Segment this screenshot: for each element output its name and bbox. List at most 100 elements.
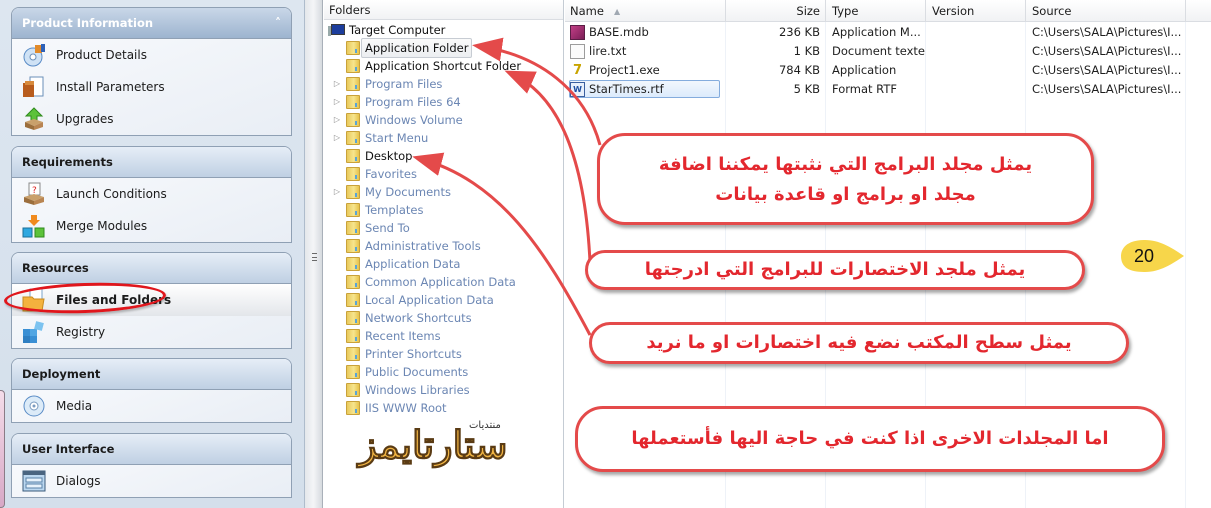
file-name-cell[interactable]: 7 Project1.exe <box>570 61 660 80</box>
column-header-size[interactable]: Size <box>725 0 825 22</box>
word-doc-icon: W <box>570 81 585 97</box>
sidebar-item-label: Launch Conditions <box>56 187 167 201</box>
sidebar-item-label: Dialogs <box>56 474 101 488</box>
column-header-type[interactable]: Type <box>825 0 925 22</box>
dialogs-icon <box>22 469 46 493</box>
folder-icon <box>346 293 360 307</box>
panel-splitter[interactable] <box>305 0 323 508</box>
sidebar-item-dialogs[interactable]: Dialogs <box>12 465 291 497</box>
expand-arrow-icon[interactable]: ▷ <box>332 93 342 111</box>
group-requirements: Requirements ? Launch Conditions Merge M… <box>11 146 292 243</box>
column-header-source[interactable]: Source <box>1025 0 1185 22</box>
file-name-cell[interactable]: lire.txt <box>570 42 626 61</box>
tree-item-administrative-tools[interactable]: Administrative Tools <box>332 237 481 255</box>
folder-icon <box>346 311 360 325</box>
tree-item-templates[interactable]: Templates <box>332 201 423 219</box>
tree-item-network-shortcuts[interactable]: Network Shortcuts <box>332 309 472 327</box>
file-type: Application M... <box>832 25 921 39</box>
tree-item-start-menu[interactable]: ▷ Start Menu <box>332 129 428 147</box>
expand-arrow-icon[interactable]: ▷ <box>332 111 342 129</box>
column-header-filler <box>1185 0 1211 22</box>
tree-label: Common Application Data <box>365 275 516 289</box>
tree-label: Favorites <box>365 167 417 181</box>
tree-item-favorites[interactable]: Favorites <box>332 165 417 183</box>
group-deployment: Deployment Media <box>11 358 292 423</box>
file-name-cell[interactable]: BASE.mdb <box>570 23 649 42</box>
tree-item-my-documents[interactable]: ▷ My Documents <box>332 183 451 201</box>
tree-item-public-documents[interactable]: Public Documents <box>332 363 468 381</box>
callout-line: مجلد او برامج او قاعدة بيانات <box>715 184 976 205</box>
upgrades-icon <box>22 107 46 131</box>
tree-item-printer-shortcuts[interactable]: Printer Shortcuts <box>332 345 462 363</box>
sidebar-item-upgrades[interactable]: Upgrades <box>12 103 291 135</box>
folder-icon <box>346 365 360 379</box>
tree-item-application-data[interactable]: Application Data <box>332 255 460 273</box>
tree-label: Send To <box>365 221 410 235</box>
tree-label: Desktop <box>365 149 413 163</box>
column-header-name[interactable]: Name ▲ <box>570 0 725 22</box>
sidebar-item-label: Files and Folders <box>56 293 172 307</box>
file-row[interactable]: BASE.mdb 236 KB Application M... C:\Users\S… <box>565 23 1211 42</box>
tree-label: My Documents <box>365 185 451 199</box>
expand-arrow-icon[interactable]: ▷ <box>332 183 342 201</box>
sidebar-item-product-details[interactable]: Product Details <box>12 39 291 71</box>
sidebar-item-label: Upgrades <box>56 112 114 126</box>
sidebar-item-launch-conditions[interactable]: ? Launch Conditions <box>12 178 291 210</box>
folders-panel: Folders Target Computer Application Fold… <box>324 0 564 508</box>
tree-label: Windows Volume <box>365 113 463 127</box>
tree-item-application-shortcut-folder[interactable]: Application Shortcut Folder <box>332 57 521 75</box>
folder-icon <box>346 257 360 271</box>
folder-icon <box>346 149 360 163</box>
sidebar-item-registry[interactable]: Registry <box>12 316 291 348</box>
folder-icon <box>346 167 360 181</box>
file-row[interactable]: W StarTimes.rtf 5 KB Format RTF C:\Users\SAL… <box>565 80 1211 99</box>
group-header[interactable]: Product Information ˄ <box>12 8 291 39</box>
tree-item-recent-items[interactable]: Recent Items <box>332 327 441 345</box>
file-source: C:\Users\SALA\Pictures\I... <box>1032 82 1182 96</box>
tree-item-program-files-64[interactable]: ▷ Program Files 64 <box>332 93 461 111</box>
tree-item-windows-volume[interactable]: ▷ Windows Volume <box>332 111 463 129</box>
tree-item-windows-libraries[interactable]: Windows Libraries <box>332 381 470 399</box>
file-list-header: Name ▲ Size Type Version Source <box>565 0 1211 22</box>
tree-label: Target Computer <box>349 23 446 37</box>
sidebar-item-merge-modules[interactable]: Merge Modules <box>12 210 291 242</box>
folders-header: Folders <box>324 0 563 20</box>
chevron-up-icon[interactable]: ˄ <box>275 8 281 39</box>
file-name-cell[interactable]: W StarTimes.rtf <box>569 80 720 98</box>
tree-item-local-application-data[interactable]: Local Application Data <box>332 291 494 309</box>
tree-label: Recent Items <box>365 329 441 343</box>
file-source: C:\Users\SALA\Pictures\I... <box>1032 63 1182 77</box>
file-type: Document texte <box>832 44 926 58</box>
folder-icon <box>346 221 360 235</box>
expand-arrow-icon[interactable]: ▷ <box>332 129 342 147</box>
tree-item-program-files[interactable]: ▷ Program Files <box>332 75 442 93</box>
group-header[interactable]: Resources <box>12 253 291 284</box>
tree-label: Program Files <box>365 77 443 91</box>
sidebar-item-install-parameters[interactable]: Install Parameters <box>12 71 291 103</box>
sidebar-item-label: Registry <box>56 325 106 339</box>
tree-item-desktop[interactable]: Desktop <box>332 147 412 165</box>
tree-item-application-folder[interactable]: Application Folder <box>332 38 473 58</box>
file-source: C:\Users\SALA\Pictures\I... <box>1032 25 1182 39</box>
file-size: 1 KB <box>793 44 820 58</box>
tree-root-target-computer[interactable]: Target Computer <box>328 21 445 39</box>
expand-arrow-icon[interactable]: ▷ <box>332 75 342 93</box>
window-edge-tab <box>0 390 5 508</box>
sidebar-item-files-and-folders[interactable]: Files and Folders <box>12 284 291 316</box>
sidebar-item-media[interactable]: Media <box>12 390 291 422</box>
callout-application-folder: يمثل مجلد البرامج التي نثبتها يمكننا اضا… <box>597 133 1094 225</box>
group-header[interactable]: Deployment <box>12 359 291 390</box>
group-title: Deployment <box>22 367 101 381</box>
file-row[interactable]: 7 Project1.exe 784 KB Application C:\Users\S… <box>565 61 1211 80</box>
callout-desktop: يمثل سطح المكتب نضع فيه اختصارات او ما ن… <box>589 322 1129 364</box>
file-name: lire.txt <box>589 44 627 58</box>
file-row[interactable]: lire.txt 1 KB Document texte C:\Users\SALA\… <box>565 42 1211 61</box>
tree-item-common-application-data[interactable]: Common Application Data <box>332 273 516 291</box>
group-header[interactable]: Requirements <box>12 147 291 178</box>
group-header[interactable]: User Interface <box>12 434 291 465</box>
merge-modules-icon <box>22 214 46 238</box>
grip-icon <box>312 253 317 261</box>
column-header-version[interactable]: Version <box>925 0 1025 22</box>
folder-icon <box>346 275 360 289</box>
tree-item-send-to[interactable]: Send To <box>332 219 410 237</box>
